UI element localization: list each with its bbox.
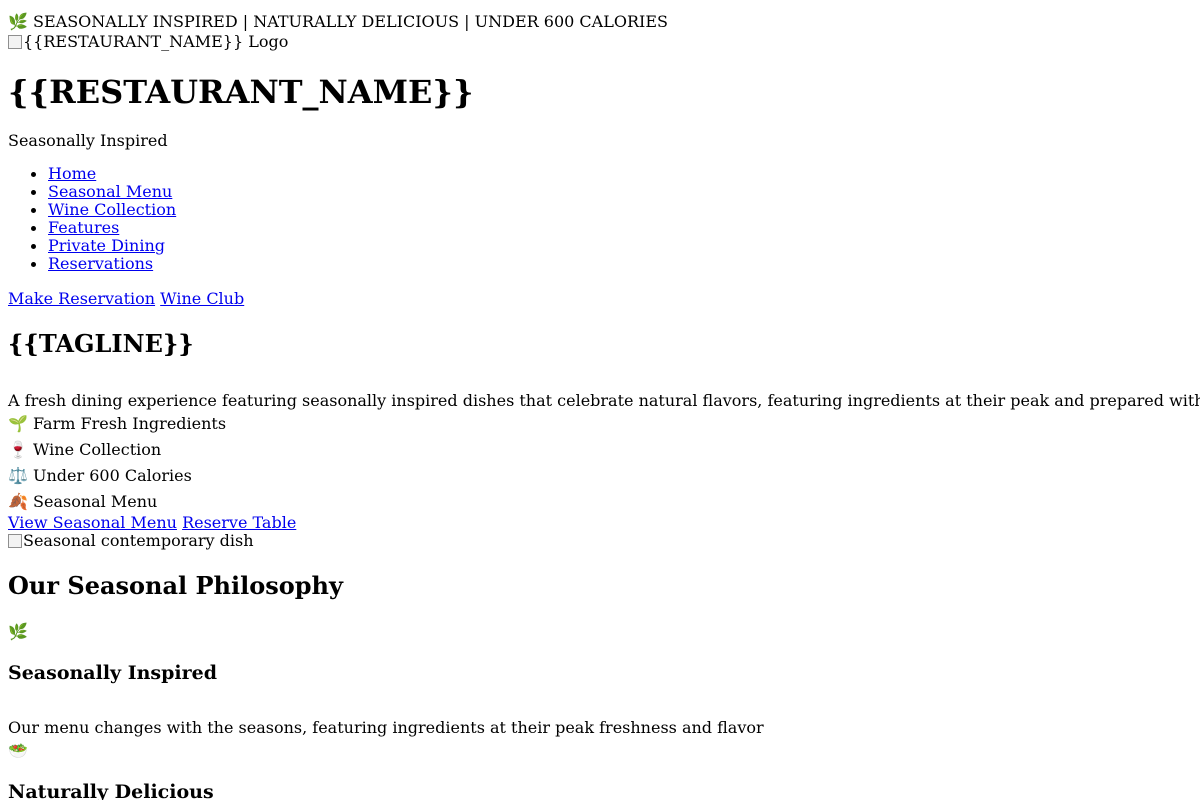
feature-under-600-calories: ⚖️ Under 600 Calories <box>8 467 192 485</box>
nav-link-features[interactable]: Features <box>48 218 119 237</box>
make-reservation-link[interactable]: Make Reservation <box>8 289 155 308</box>
feature-label: Wine Collection <box>33 440 162 459</box>
leaf-icon: 🌿 <box>8 622 28 641</box>
nav-item-features: Features <box>0 219 176 237</box>
philosophy-item-text: Our menu changes with the seasons, featu… <box>8 718 764 737</box>
nav-item-reservations: Reservations <box>0 255 176 273</box>
scale-icon: ⚖️ <box>8 466 28 485</box>
hero-image-alt-text: Seasonal contemporary dish <box>23 531 254 550</box>
feature-label: Farm Fresh Ingredients <box>33 414 227 433</box>
nav-item-home: Home <box>0 165 176 183</box>
restaurant-logo: {{RESTAURANT_NAME}} Logo <box>8 33 288 51</box>
philosophy-item-title: Seasonally Inspired <box>8 662 217 684</box>
feature-label: Under 600 Calories <box>33 466 192 485</box>
broken-image-icon <box>8 35 22 49</box>
seedling-icon: 🌱 <box>8 414 28 433</box>
announcement-bar: 🌿 SEASONALLY INSPIRED | NATURALLY DELICI… <box>8 13 668 31</box>
feature-seasonal-menu: 🍂 Seasonal Menu <box>8 493 157 511</box>
nav-link-wine-collection[interactable]: Wine Collection <box>48 200 176 219</box>
restaurant-page: 🌿 SEASONALLY INSPIRED | NATURALLY DELICI… <box>0 0 1200 800</box>
hero-tagline: {{TAGLINE}} <box>8 329 194 358</box>
view-seasonal-menu-link[interactable]: View Seasonal Menu <box>8 513 177 532</box>
reserve-table-link[interactable]: Reserve Table <box>182 513 296 532</box>
hero-actions: View Seasonal Menu Reserve Table <box>8 514 296 532</box>
feature-farm-fresh: 🌱 Farm Fresh Ingredients <box>8 415 226 433</box>
main-navigation: Home Seasonal Menu Wine Collection Featu… <box>0 165 176 273</box>
autumn-leaves-icon: 🍂 <box>8 492 28 511</box>
leaf-icon: 🌿 <box>8 12 28 31</box>
hero-dish-image: Seasonal contemporary dish <box>8 532 254 550</box>
header-actions: Make Reservation Wine Club <box>8 290 244 308</box>
feature-label: Seasonal Menu <box>33 492 158 511</box>
nav-item-seasonal-menu: Seasonal Menu <box>0 183 176 201</box>
wine-glass-icon: 🍷 <box>8 440 28 459</box>
restaurant-subtitle: Seasonally Inspired <box>8 131 168 150</box>
nav-item-wine-collection: Wine Collection <box>0 201 176 219</box>
logo-alt-text: {{RESTAURANT_NAME}} Logo <box>23 32 289 51</box>
nav-link-private-dining[interactable]: Private Dining <box>48 236 165 255</box>
philosophy-section-title: Our Seasonal Philosophy <box>8 571 343 600</box>
hero-description: A fresh dining experience featuring seas… <box>8 391 1200 410</box>
nav-link-reservations[interactable]: Reservations <box>48 254 153 273</box>
announcement-text: SEASONALLY INSPIRED | NATURALLY DELICIOU… <box>33 12 668 31</box>
nav-link-home[interactable]: Home <box>48 164 96 183</box>
feature-wine-collection: 🍷 Wine Collection <box>8 441 161 459</box>
salad-icon: 🥗 <box>8 741 28 760</box>
wine-club-link[interactable]: Wine Club <box>160 289 244 308</box>
nav-item-private-dining: Private Dining <box>0 237 176 255</box>
philosophy-item-title: Naturally Delicious <box>8 781 214 800</box>
restaurant-name: {{RESTAURANT_NAME}} <box>8 73 474 111</box>
broken-image-icon <box>8 534 22 548</box>
nav-link-seasonal-menu[interactable]: Seasonal Menu <box>48 182 172 201</box>
